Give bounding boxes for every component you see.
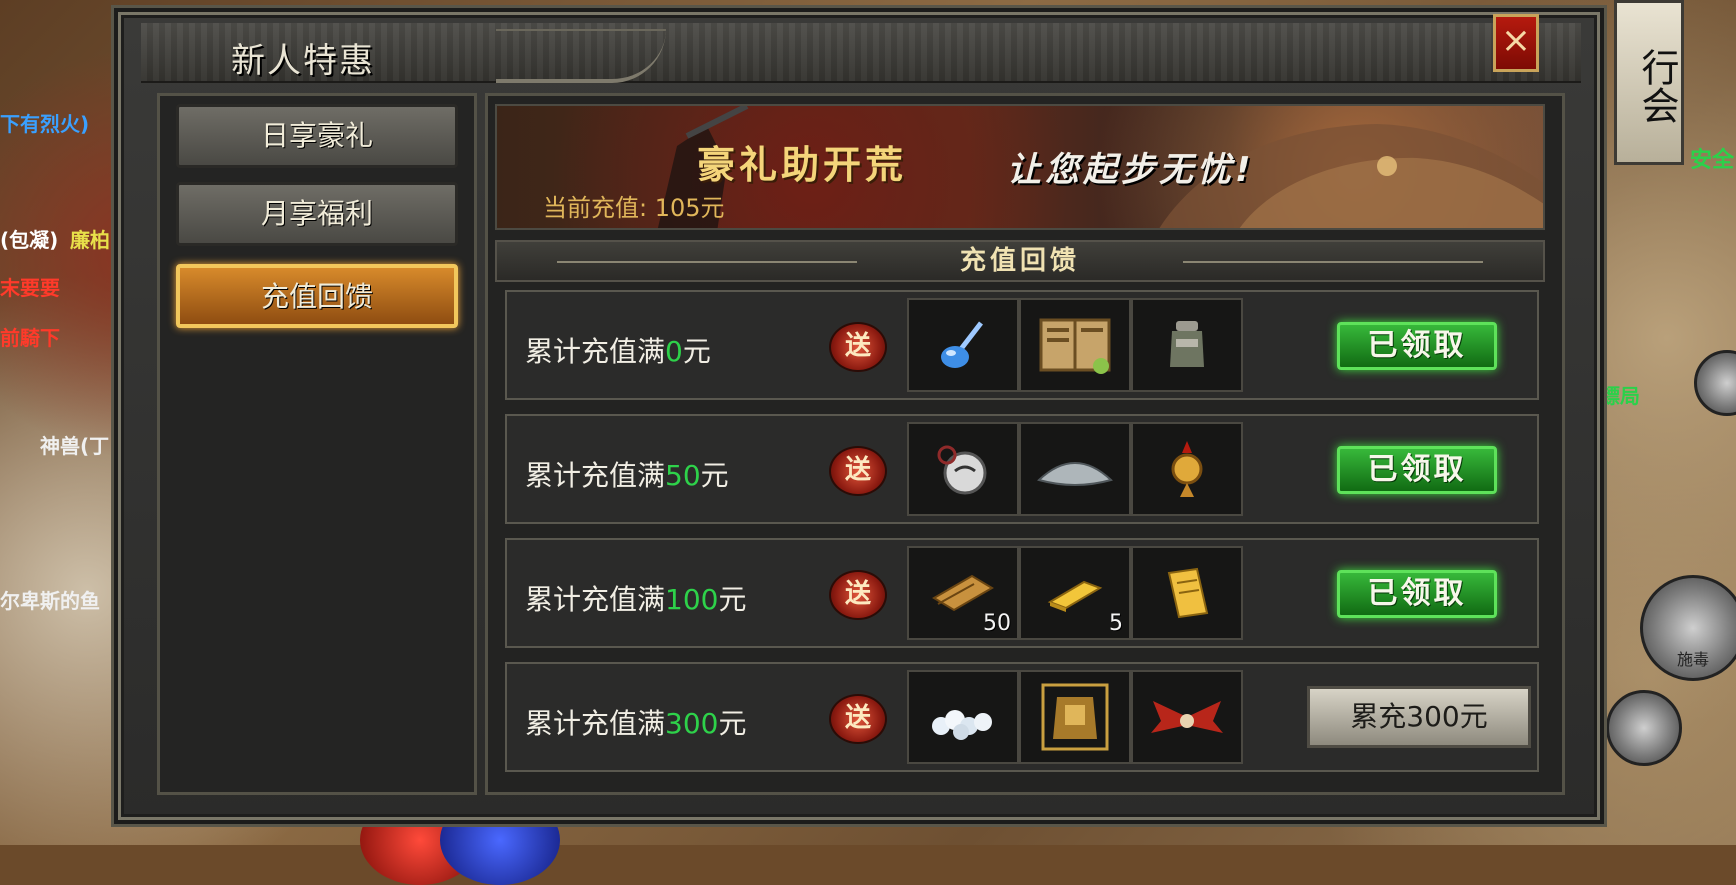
recharge-300-button[interactable]: 累充300元 [1307, 686, 1531, 748]
blue-potion-icon [941, 321, 983, 368]
menu-daily-gift[interactable]: 日享豪礼 [176, 104, 458, 168]
reward-slot[interactable] [907, 298, 1019, 392]
escort-label: 镖局 [1600, 384, 1640, 408]
straw-hat-icon [1037, 462, 1113, 486]
reward-condition: 累计充值满100元 [525, 583, 747, 616]
item-quantity: 50 [983, 611, 1011, 636]
world-player-label: (包凝) [0, 228, 59, 252]
current-recharge-value: 105元 [654, 194, 725, 222]
left-menu: 日享豪礼 月享福利 充值回馈 [157, 93, 477, 795]
reward-slot[interactable]: 5 [1019, 546, 1131, 640]
section-header: 充值回馈 [495, 240, 1545, 282]
reward-row: 累计充值满300元 送 累充300元 [505, 662, 1539, 772]
title-bar: 新人特惠 [141, 23, 1581, 83]
reward-slot[interactable] [1131, 670, 1243, 764]
panel-title: 新人特惠 [231, 41, 375, 81]
menu-recharge-reward[interactable]: 充值回馈 [176, 264, 458, 328]
reward-slot[interactable]: 50 [907, 546, 1019, 640]
reward-condition: 累计充值满300元 [525, 707, 747, 740]
world-player-label: 廉柏 [70, 228, 110, 252]
close-button[interactable]: × [1493, 14, 1539, 72]
silver-medal-icon [937, 445, 987, 495]
current-recharge-label: 当前充值: [543, 194, 648, 222]
reward-slot[interactable] [1131, 546, 1243, 640]
skill-button[interactable]: 施毒 [1640, 575, 1736, 681]
banner-title: 豪礼助开荒 [697, 143, 908, 187]
gift-badge-icon: 送 [829, 446, 887, 496]
reward-row: 累计充值满100元 送 50 5 已领取 [505, 538, 1539, 648]
section-divider-left [557, 261, 857, 263]
skill-label: 施毒 [1676, 650, 1709, 669]
world-player-label: 末要要 [0, 276, 60, 300]
reward-slot[interactable] [1019, 422, 1131, 516]
reward-slot[interactable] [1131, 422, 1243, 516]
section-title: 充值回馈 [959, 246, 1080, 276]
claimed-button[interactable]: 已领取 [1337, 322, 1497, 370]
world-player-label: 前騎下 [0, 326, 60, 350]
item-quantity: 5 [1109, 611, 1123, 636]
gold-bar-icon [1047, 580, 1103, 612]
promo-banner: 豪礼助开荒 让您起步无忧! 当前充值: 105元 [495, 104, 1545, 230]
claimed-button[interactable]: 已领取 [1337, 446, 1497, 494]
reward-condition: 累计充值满50元 [525, 459, 729, 492]
menu-monthly-benefit[interactable]: 月享福利 [176, 182, 458, 246]
reward-condition: 累计充值满0元 [525, 335, 711, 368]
reward-row: 累计充值满0元 送 已领取 [505, 290, 1539, 400]
world-player-label: 神兽(丁 [40, 434, 110, 458]
silver-coins-icon [932, 710, 992, 740]
reward-list[interactable]: 累计充值满0元 送 已领取 累计充值满50元 送 已领取 累计充值满100元 送 [495, 285, 1545, 775]
banner-subtitle: 让您起步无忧! [1007, 150, 1255, 190]
reward-slot[interactable] [1019, 298, 1131, 392]
safe-zone-label: 安全 [1690, 148, 1735, 173]
armor-icon [1041, 683, 1109, 751]
gift-badge-icon: 送 [829, 322, 887, 372]
red-wings-icon [1151, 701, 1223, 733]
world-player-label: 尔卑斯的鱼 [0, 589, 100, 613]
guild-side-button[interactable]: 行会 [1614, 0, 1684, 165]
reward-slot[interactable] [1131, 298, 1243, 392]
gold-scroll-icon [1167, 567, 1209, 619]
title-ornament [496, 29, 666, 83]
reward-slot[interactable] [907, 670, 1019, 764]
reward-slot[interactable] [907, 422, 1019, 516]
world-player-label: 下有烈火) [0, 112, 90, 136]
jar-icon [1170, 321, 1204, 367]
gold-amulet-icon [1171, 441, 1203, 497]
section-divider-right [1183, 261, 1483, 263]
claimed-button[interactable]: 已领取 [1337, 570, 1497, 618]
current-recharge: 当前充值: 105元 [543, 188, 725, 223]
gift-badge-icon: 送 [829, 570, 887, 620]
gift-badge-icon: 送 [829, 694, 887, 744]
reward-slot[interactable] [1019, 670, 1131, 764]
skill-book-icon [1039, 318, 1111, 374]
reward-row: 累计充值满50元 送 已领取 [505, 414, 1539, 524]
skill-button[interactable] [1606, 690, 1682, 766]
